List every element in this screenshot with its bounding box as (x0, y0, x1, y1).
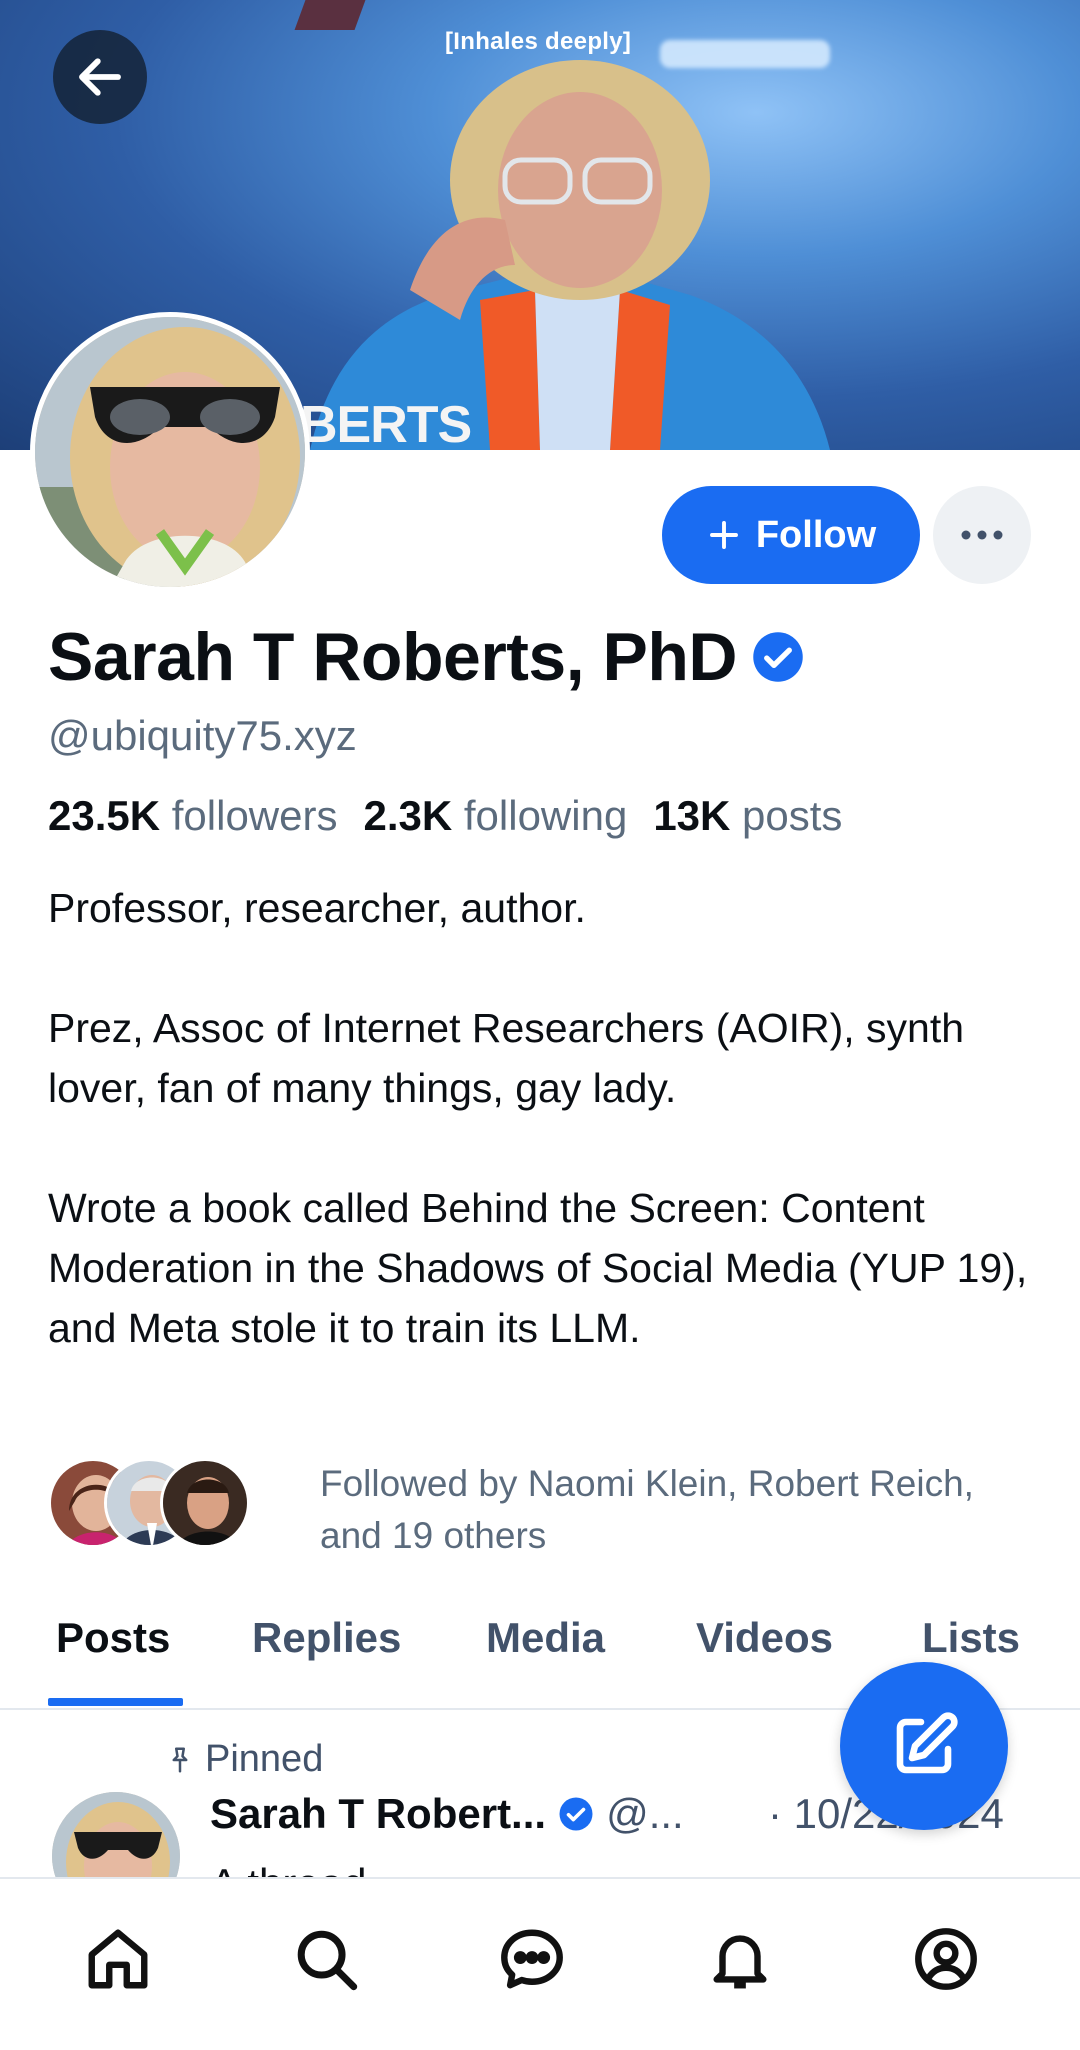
back-button[interactable] (53, 30, 147, 124)
post-header: Sarah T Robert... @... (210, 1790, 684, 1838)
tab-posts[interactable]: Posts (56, 1614, 170, 1662)
plus-icon (709, 521, 738, 549)
following-count: 2.3K (363, 792, 453, 839)
post-author-name[interactable]: Sarah T Robert... (210, 1790, 546, 1838)
avatar-image (35, 317, 305, 587)
follow-button[interactable]: Follow (662, 486, 920, 584)
pinned-indicator: Pinned (165, 1738, 323, 1781)
pin-icon (172, 1747, 188, 1772)
post-text: A thread (210, 1860, 366, 1877)
posts-count: 13K (653, 792, 731, 839)
nav-notifications[interactable] (700, 1919, 780, 1999)
tab-videos[interactable]: Videos (696, 1614, 833, 1662)
profile-stats: 23.5K followers 2.3K following 13K posts (48, 792, 842, 840)
profile-bio: Professor, researcher, author. Prez, Ass… (48, 878, 1038, 1358)
bottom-navigation (0, 1877, 1080, 2050)
followed-by-row[interactable]: Followed by Naomi Klein, Robert Reich, a… (48, 1458, 974, 1556)
chat-icon (501, 1929, 563, 1989)
followers-stat[interactable]: 23.5K followers (48, 792, 337, 840)
banner-person-illustration (310, 60, 830, 450)
tab-lists[interactable]: Lists (922, 1614, 1020, 1662)
bell-icon (713, 1935, 767, 1989)
ellipsis-icon (961, 530, 1003, 540)
posts-stat: 13K posts (653, 792, 842, 840)
bio-paragraph: Professor, researcher, author. (48, 885, 586, 931)
profile-name-row: Sarah T Roberts, PhD (48, 618, 805, 696)
compose-button[interactable] (840, 1662, 1008, 1830)
compose-icon (896, 1712, 958, 1774)
post-author-avatar[interactable] (52, 1792, 180, 1877)
profile-handle: @ubiquity75.xyz (48, 712, 357, 759)
profile-name: Sarah T Roberts, PhD (48, 619, 738, 695)
post-author-handle: @... (606, 1790, 684, 1837)
follow-label: Follow (755, 513, 877, 556)
bio-paragraph: Prez, Assoc of Internet Researchers (AOI… (48, 1005, 965, 1111)
more-options-button[interactable] (933, 486, 1031, 584)
followers-label: followers (171, 792, 338, 839)
active-tab-indicator (48, 1698, 183, 1706)
arrow-left-icon (79, 58, 121, 96)
search-icon (297, 1930, 358, 1991)
nav-home[interactable] (78, 1919, 158, 1999)
verified-badge-icon (753, 632, 803, 682)
nav-chat[interactable] (492, 1919, 572, 1999)
following-stat[interactable]: 2.3K following (363, 792, 627, 840)
profile-avatar[interactable] (30, 312, 310, 592)
bio-paragraph: Wrote a book called Behind the Screen: C… (48, 1185, 1028, 1351)
verified-badge-icon (559, 1797, 593, 1831)
home-icon (88, 1929, 148, 1989)
tab-replies[interactable]: Replies (252, 1614, 401, 1662)
follower-avatar (160, 1458, 250, 1548)
nav-search[interactable] (286, 1919, 366, 1999)
tab-media[interactable]: Media (486, 1614, 605, 1662)
posts-label: posts (742, 792, 843, 839)
banner-decor (294, 0, 366, 30)
followed-by-text: Followed by Naomi Klein, Robert Reich, a… (320, 1463, 974, 1556)
banner-caption: [Inhales deeply] (445, 28, 632, 55)
following-label: following (463, 792, 628, 839)
banner-wall-text: BERTS (300, 396, 472, 450)
nav-profile[interactable] (906, 1919, 986, 1999)
profile-icon (915, 1928, 977, 1990)
pinned-label: Pinned (205, 1738, 324, 1780)
followers-count: 23.5K (48, 792, 161, 839)
